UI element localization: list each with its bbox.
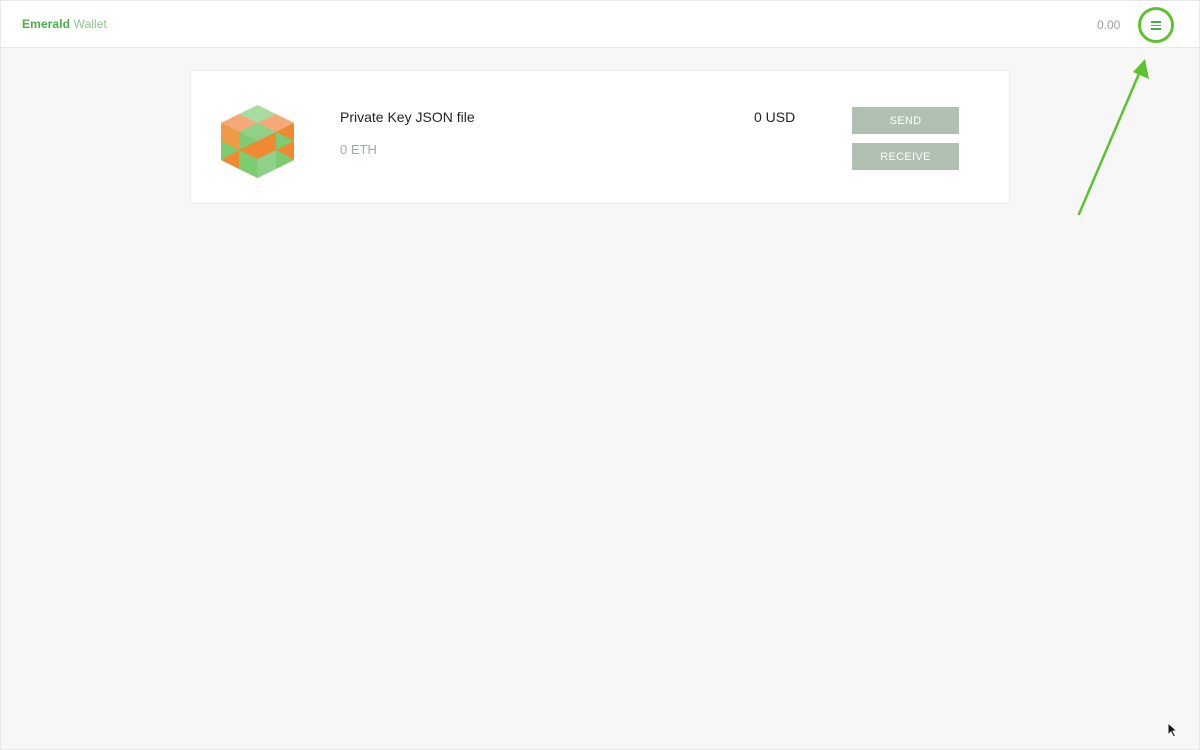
total-balance: 0.00	[1097, 18, 1121, 32]
menu-button[interactable]	[1138, 7, 1174, 43]
send-button[interactable]: SEND	[852, 107, 959, 134]
app-window: Emerald Wallet 0.00 Private Key JSON fil…	[0, 0, 1200, 750]
brand-primary-text: Emerald	[22, 17, 71, 31]
identicon-icon	[221, 105, 294, 178]
hamburger-menu-icon	[1151, 21, 1161, 30]
account-eth-balance: 0 ETH	[340, 142, 377, 157]
brand-logo[interactable]: Emerald Wallet	[22, 17, 107, 31]
account-usd-balance: 0 USD	[754, 109, 796, 125]
annotation-arrow-icon	[1077, 59, 1149, 216]
brand-secondary-text: Wallet	[73, 17, 107, 31]
account-name[interactable]: Private Key JSON file	[340, 109, 475, 125]
receive-button[interactable]: RECEIVE	[852, 143, 959, 170]
mouse-pointer-icon	[1167, 722, 1179, 738]
account-card: Private Key JSON file 0 ETH 0 USD SEND R…	[190, 70, 1010, 204]
top-bar: Emerald Wallet 0.00	[1, 1, 1199, 48]
